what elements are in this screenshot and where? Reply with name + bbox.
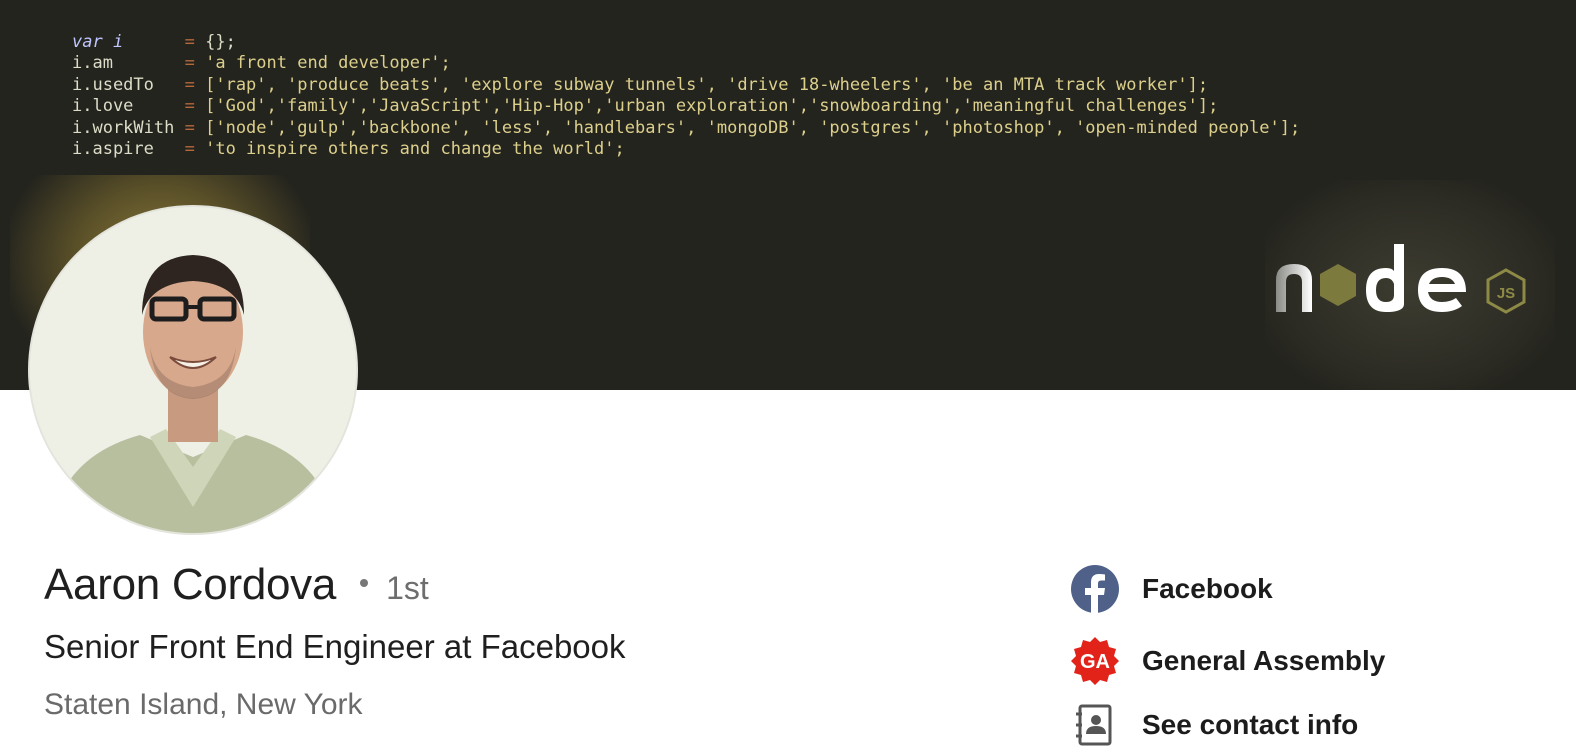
facebook-company-link[interactable]: Facebook (1070, 562, 1273, 616)
see-contact-info-link[interactable]: See contact info (1070, 698, 1358, 752)
code-lhs: var i (72, 32, 175, 52)
code-lhs: i.workWith (72, 117, 175, 138)
code-rhs: {}; (205, 32, 236, 52)
ga-icon-text: GA (1080, 651, 1110, 673)
code-rhs: ['God','family','JavaScript','Hip-Hop','… (205, 96, 1219, 117)
code-line: i.workWith = ['node','gulp','backbone', … (72, 117, 1301, 138)
nodejs-badge-text: JS (1497, 285, 1515, 302)
connection-degree: 1st (386, 570, 429, 606)
code-line: var i = {}; (72, 32, 236, 52)
banner-code-block: var i = {}; i.am = 'a front end developer… (72, 32, 1300, 160)
general-assembly-link[interactable]: GA General Assembly (1070, 634, 1385, 688)
profile-location: Staten Island, New York (44, 688, 363, 721)
code-rhs: ['rap', 'produce beats', 'explore subway… (205, 74, 1209, 95)
contact-book-icon (1070, 700, 1120, 750)
profile-name: Aaron Cordova (44, 560, 337, 609)
code-lhs: i.am (72, 53, 175, 74)
code-line: i.aspire = 'to inspire others and change… (72, 139, 625, 160)
facebook-link-label: Facebook (1142, 573, 1273, 604)
code-lhs: i.aspire (72, 139, 175, 160)
nodejs-logo: JS (1276, 244, 1526, 314)
code-lhs: i.usedTo (72, 74, 175, 95)
code-line: i.usedTo = ['rap', 'produce beats', 'exp… (72, 74, 1209, 95)
code-rhs: 'a front end developer'; (205, 53, 451, 74)
code-lhs: i.love (72, 96, 175, 117)
facebook-icon (1070, 564, 1120, 614)
code-line: i.am = 'a front end developer'; (72, 53, 451, 74)
separator-dot (360, 579, 369, 587)
profile-name-row: Aaron Cordova 1st (44, 560, 429, 620)
general-assembly-link-label: General Assembly (1142, 645, 1386, 676)
code-rhs: ['node','gulp','backbone', 'less', 'hand… (205, 117, 1301, 138)
profile-headline: Senior Front End Engineer at Facebook (44, 628, 626, 665)
general-assembly-icon: GA (1070, 636, 1120, 686)
see-contact-info-label: See contact info (1142, 709, 1359, 740)
profile-avatar[interactable] (30, 207, 356, 533)
code-line: i.love = ['God','family','JavaScript','H… (72, 96, 1219, 117)
code-rhs: 'to inspire others and change the world'… (205, 139, 625, 160)
avatar-photo (30, 207, 356, 533)
